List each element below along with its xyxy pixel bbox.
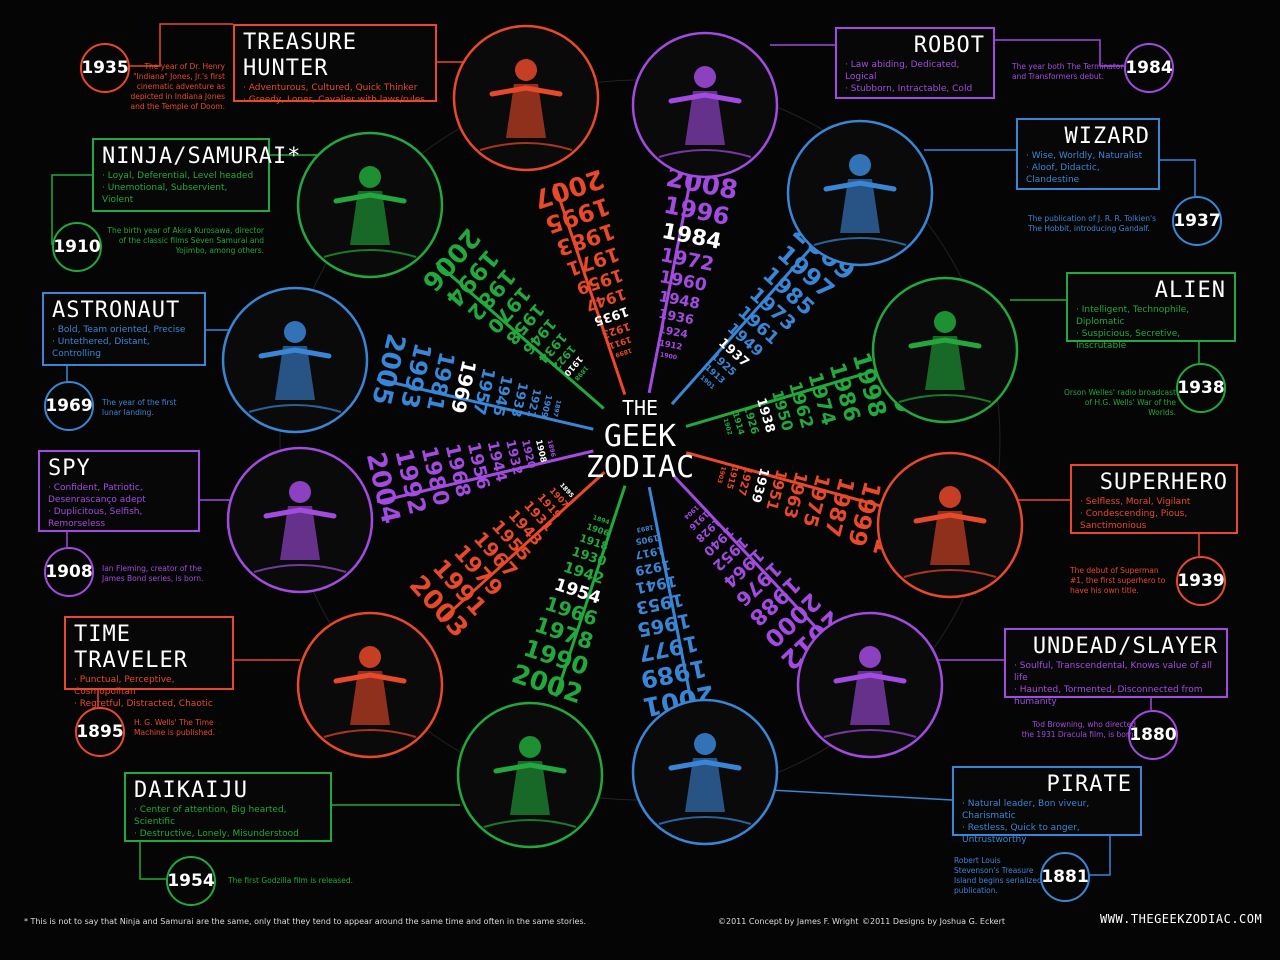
footer-disclaimer: * This is not to say that Ninja and Samu… — [24, 917, 587, 926]
sign-trait-positive: · Adventurous, Cultured, Quick Thinker — [243, 83, 418, 93]
center-title-line2: GEEK — [604, 419, 676, 454]
sign-box-alien: ALIEN · Intelligent, Technophile, Diplom… — [1066, 272, 1236, 351]
sign-box-wizard: WIZARD · Wise, Worldly, Naturalist · Alo… — [1016, 118, 1160, 190]
year-badge-1908: 1908 — [44, 547, 94, 597]
note-spy: Ian Fleming, creator of the James Bond s… — [102, 564, 204, 583]
year-badge-1910: 1910 — [52, 222, 102, 272]
sign-trait-positive: · Bold, Team oriented, Precise — [52, 325, 186, 335]
sign-box-time-traveler: TIME TRAVELER · Punctual, Perceptive, Co… — [64, 616, 234, 709]
sign-box-pirate: PIRATE · Natural leader, Bon viveur, Cha… — [952, 766, 1142, 845]
sign-title: UNDEAD/SLAYER — [1032, 634, 1218, 659]
sign-trait-positive: · Natural leader, Bon viveur, Charismati… — [962, 799, 1090, 821]
sign-title: TREASURE HUNTER — [243, 30, 357, 81]
sign-trait-negative: · Stubborn, Intractable, Cold — [845, 84, 973, 94]
sign-trait-positive: · Law abiding, Dedicated, Logical — [845, 60, 960, 82]
sign-title: DAIKAIJU — [134, 778, 248, 803]
spoke-year-label: 1903 — [715, 465, 726, 483]
center-title: THE GEEK ZODIAC — [586, 396, 694, 485]
sign-trait-positive: · Soulful, Transcendental, Knows value o… — [1014, 661, 1212, 683]
footer-site-link[interactable]: WWW.THEGEEKZODIAC.COM — [1100, 912, 1262, 926]
sign-trait-negative: · Destructive, Lonely, Misunderstood — [134, 829, 299, 839]
note-undead: Tod Browning, who directed the 1931 Drac… — [1021, 720, 1136, 739]
sign-title: SUPERHERO — [1099, 470, 1228, 495]
note-robot: The year both The Terminator and Transfo… — [1012, 62, 1124, 81]
sign-title: PIRATE — [1046, 772, 1132, 797]
sign-box-superhero: SUPERHERO · Selfless, Moral, Vigilant · … — [1070, 464, 1238, 534]
sign-trait-negative: · Unemotional, Subservient, Violent — [102, 183, 228, 205]
sign-title: ALIEN — [1154, 278, 1226, 303]
sign-box-undead: UNDEAD/SLAYER · Soulful, Transcendental,… — [1004, 628, 1228, 707]
sign-title: TIME TRAVELER — [74, 622, 188, 673]
year-badge-1881: 1881 — [1040, 852, 1090, 902]
sign-title: NINJA/SAMURAI* — [102, 144, 302, 169]
year-badge-1938: 1938 — [1176, 363, 1226, 413]
sign-box-spy: SPY · Confident, Patriotic, Desenrascanç… — [38, 450, 200, 532]
spoke-year-label: 1893 — [636, 523, 654, 533]
sign-trait-negative: · Suspicious, Secretive, Inscrutable — [1076, 329, 1181, 351]
note-wizard: The publication of J. R. R. Tolkien's Th… — [1028, 214, 1157, 233]
sign-trait-negative: · Haunted, Tormented, Disconnected from … — [1014, 685, 1203, 707]
sign-trait-negative: · Duplicitous, Selfish, Remorseless — [48, 507, 143, 529]
footer-design: ©2011 Designs by Joshua G. Eckert — [862, 917, 1006, 926]
badge-connector-daikaiju — [139, 842, 166, 880]
note-pirate: Robert Louis Stevenson's Treasure Island… — [954, 856, 1042, 895]
center-title-line1: THE — [622, 396, 658, 420]
sign-trait-positive: · Center of attention, Big hearted, Scie… — [134, 805, 287, 827]
sign-trait-negative: · Untethered, Distant, Controlling — [52, 337, 150, 359]
year-badge-1984: 1984 — [1124, 43, 1174, 93]
spoke-year-label: 1912 — [658, 338, 683, 352]
sign-trait-negative: · Aloof, Didactic, Clandestine — [1026, 163, 1100, 185]
sign-trait-negative: · Restless, Quick to anger, Untrustworth… — [962, 823, 1080, 845]
sign-trait-positive: · Intelligent, Technophile, Diplomatic — [1076, 305, 1190, 327]
sign-title: ASTRONAUT — [52, 298, 181, 323]
sign-title: ROBOT — [913, 33, 985, 58]
note-time-traveler: H. G. Wells' The Time Machine is publish… — [134, 718, 216, 737]
year-badge-1939: 1939 — [1176, 556, 1226, 606]
sign-trait-positive: · Wise, Worldly, Naturalist — [1026, 151, 1143, 161]
sign-box-ninja: NINJA/SAMURAI* · Loyal, Deferential, Lev… — [92, 138, 302, 212]
sign-box-daikaiju: DAIKAIJU · Center of attention, Big hear… — [124, 772, 332, 842]
note-superhero: The debut of Superman #1, the first supe… — [1070, 566, 1166, 595]
year-badge-1937: 1937 — [1172, 196, 1222, 246]
connector-pirate — [769, 789, 953, 801]
spoke-year-label: 1902 — [721, 417, 733, 436]
note-daikaiju: The first Godzilla film is released. — [228, 876, 354, 885]
sign-trait-positive: · Loyal, Deferential, Level headed — [102, 171, 254, 181]
year-badge-1954: 1954 — [166, 856, 216, 906]
sign-box-robot: ROBOT · Law abiding, Dedicated, Logical … — [835, 27, 995, 99]
spoke-year-label: 1900 — [659, 351, 678, 361]
year-badge-1969: 1969 — [44, 381, 94, 431]
badge-connector-treasure-hunter — [126, 23, 233, 67]
footer-concept: ©2011 Concept by James F. Wright — [718, 917, 859, 926]
year-badge-1895: 1895 — [75, 707, 125, 757]
sign-trait-negative: · Greedy, Loner, Cavalier with laws/rule… — [243, 95, 425, 105]
sign-title: SPY — [48, 456, 91, 481]
note-treasure-hunter: The year of Dr. Henry "Indiana" Jones, J… — [130, 62, 225, 111]
center-title-line3: ZODIAC — [586, 450, 694, 485]
sign-box-treasure-hunter: TREASURE HUNTER · Adventurous, Cultured,… — [233, 24, 437, 105]
note-alien: Orson Welles' radio broadcast of H.G. We… — [1063, 388, 1176, 417]
sign-box-astronaut: ASTRONAUT · Bold, Team oriented, Precise… — [42, 292, 206, 366]
sign-trait-positive: · Punctual, Perceptive, Cosmopolitan — [74, 675, 175, 697]
badge-connector-wizard — [1160, 159, 1196, 196]
sign-trait-positive: · Confident, Patriotic, Desenrascanço ad… — [48, 483, 146, 505]
note-astronaut: The year of the first lunar landing. — [102, 398, 177, 417]
note-ninja: The birth year of Akira Kurosawa, direct… — [107, 226, 264, 255]
sign-title: WIZARD — [1064, 124, 1150, 149]
sign-trait-negative: · Condescending, Pious, Sanctimonious — [1080, 509, 1188, 531]
sign-trait-positive: · Selfless, Moral, Vigilant — [1080, 497, 1191, 507]
